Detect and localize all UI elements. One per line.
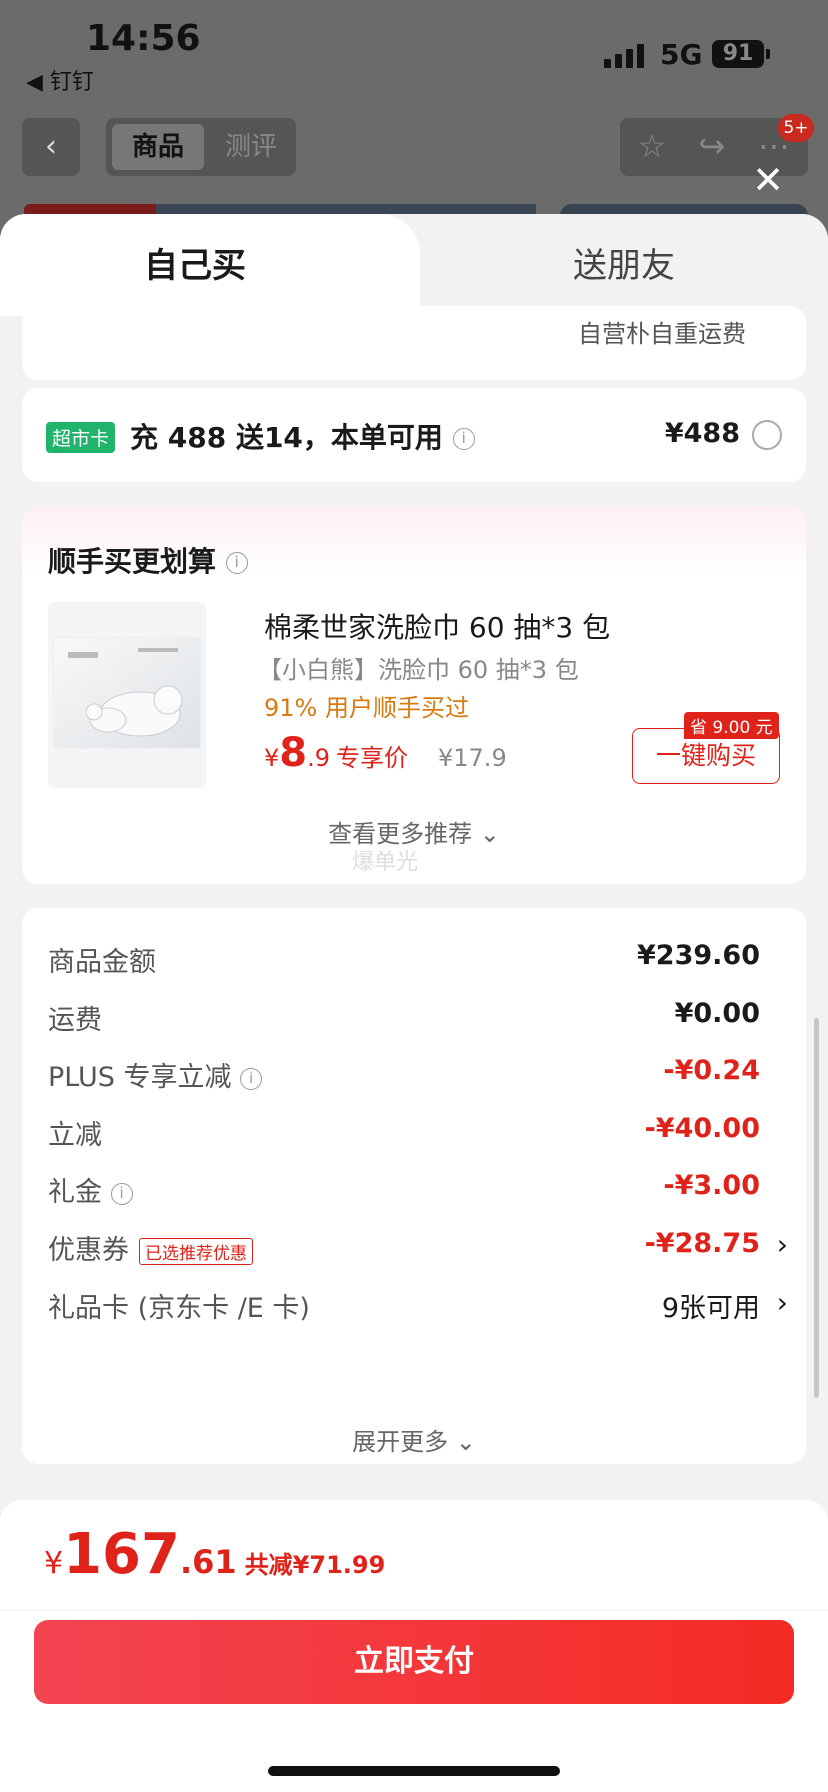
partial-card: 自营朴自重运费 bbox=[22, 306, 806, 380]
summary-row: 运费 ¥0.00 bbox=[48, 998, 788, 1038]
summary-label: 礼金 i bbox=[48, 1170, 133, 1209]
summary-value: -¥3.00 bbox=[663, 1170, 760, 1201]
recommendation-card: 顺手买更划算 i 棉柔世家洗脸巾 60 抽*3 包 【小白熊】洗脸巾 60 抽*… bbox=[22, 506, 806, 884]
summary-label: 商品金额 bbox=[48, 947, 156, 978]
coupon-row[interactable]: 优惠券 已选推荐优惠 -¥28.75 › bbox=[48, 1228, 788, 1268]
summary-row: 立减 -¥40.00 bbox=[48, 1113, 788, 1153]
signal-icon bbox=[604, 42, 646, 68]
save-tag: 省 9.00 元 bbox=[684, 712, 779, 739]
price-int: 8 bbox=[279, 730, 308, 776]
summary-label: PLUS 专享立减 i bbox=[48, 1055, 263, 1094]
summary-row: 礼金 i -¥3.00 bbox=[48, 1170, 788, 1210]
supermarket-price: ¥488 bbox=[664, 418, 740, 449]
total-yen: ¥ bbox=[44, 1546, 64, 1581]
summary-value: ¥239.60 bbox=[637, 940, 760, 971]
info-icon[interactable]: i bbox=[452, 428, 475, 450]
scrollbar[interactable] bbox=[814, 1018, 819, 1398]
summary-label-text: 礼金 bbox=[48, 1177, 102, 1208]
supermarket-offer-label: 充 488 送14，本单可用 bbox=[130, 421, 443, 454]
message-badge: 5+ bbox=[778, 114, 814, 142]
summary-value: 9张可用 bbox=[661, 1293, 760, 1324]
price-yen: ¥ bbox=[264, 744, 280, 772]
pay-now-button[interactable]: 立即支付 bbox=[34, 1620, 794, 1704]
original-price: ¥17.9 bbox=[438, 744, 507, 772]
product-stat: 91% 用户顺手买过 bbox=[264, 694, 469, 722]
watermark: 爆单光 bbox=[352, 850, 419, 875]
battery-icon: 91 bbox=[712, 40, 770, 68]
summary-value: -¥40.00 bbox=[644, 1113, 760, 1144]
share-icon[interactable]: ↪ bbox=[692, 126, 732, 166]
total-savings: 共减¥71.99 bbox=[244, 1551, 386, 1579]
total-price: ¥167.61 共减¥71.99 bbox=[44, 1522, 385, 1587]
back-to-app-link[interactable]: ◀ 钉钉 bbox=[26, 64, 94, 96]
segment-review[interactable]: 测评 bbox=[216, 124, 286, 170]
summary-label-text: 优惠券 bbox=[48, 1235, 129, 1266]
product-price: ¥8.9 专享价 bbox=[264, 730, 408, 776]
gift-card-row[interactable]: 礼品卡 (京东卡 /E 卡) 9张可用 › bbox=[48, 1286, 788, 1326]
segment-goods[interactable]: 商品 bbox=[112, 124, 204, 170]
supermarket-tag: 超市卡 bbox=[46, 422, 116, 453]
segment-control: 商品 测评 bbox=[106, 118, 296, 176]
supermarket-card-offer[interactable]: 超市卡 充 488 送14，本单可用 i ¥488 bbox=[22, 388, 806, 482]
coupon-tag: 已选推荐优惠 bbox=[139, 1238, 253, 1265]
close-icon[interactable]: ✕ bbox=[748, 160, 788, 200]
summary-label: 立减 bbox=[48, 1120, 102, 1151]
total-dec: .61 bbox=[180, 1543, 237, 1581]
recommendation-title: 顺手买更划算 i bbox=[48, 540, 248, 580]
divider bbox=[0, 1610, 828, 1611]
summary-row: 商品金额 ¥239.60 bbox=[48, 940, 788, 980]
supermarket-offer-text: 充 488 送14，本单可用 i bbox=[130, 416, 475, 456]
price-label: 专享价 bbox=[336, 744, 409, 772]
summary-value: ¥0.00 bbox=[674, 998, 760, 1029]
supermarket-radio[interactable] bbox=[752, 420, 782, 450]
summary-label: 运费 bbox=[48, 1005, 102, 1036]
summary-label: 礼品卡 (京东卡 /E 卡) bbox=[48, 1293, 310, 1324]
tab-gift-friend[interactable]: 送朋友 bbox=[420, 214, 828, 316]
checkout-footer: ¥167.61 共减¥71.99 立即支付 bbox=[0, 1500, 828, 1792]
home-indicator bbox=[268, 1766, 560, 1776]
summary-row: PLUS 专享立减 i -¥0.24 bbox=[48, 1055, 788, 1095]
back-button[interactable]: ‹ bbox=[22, 118, 80, 176]
price-dec: .9 bbox=[307, 744, 331, 772]
summary-label-text: PLUS 专享立减 bbox=[48, 1062, 232, 1093]
star-icon[interactable]: ☆ bbox=[632, 126, 672, 166]
network-type: 5G bbox=[660, 38, 703, 71]
info-icon[interactable]: i bbox=[110, 1182, 133, 1205]
summary-value: -¥28.75 bbox=[644, 1228, 760, 1259]
product-subtitle: 【小白熊】洗脸巾 60 抽*3 包 bbox=[258, 656, 579, 684]
chevron-right-icon: › bbox=[776, 1228, 788, 1261]
tab-buy-self[interactable]: 自己买 bbox=[0, 214, 420, 316]
summary-label: 优惠券 已选推荐优惠 bbox=[48, 1228, 253, 1267]
product-name[interactable]: 棉柔世家洗脸巾 60 抽*3 包 bbox=[264, 606, 610, 646]
purchase-tabs: 送朋友 自己买 bbox=[0, 214, 828, 316]
status-bar: 14:56 ◀ 钉钉 5G 91 bbox=[0, 0, 828, 100]
price-summary-card: 商品金额 ¥239.60 运费 ¥0.00 PLUS 专享立减 i -¥0.24… bbox=[22, 908, 806, 1464]
total-int: 167 bbox=[63, 1522, 180, 1587]
summary-value: -¥0.24 bbox=[663, 1055, 760, 1086]
status-time: 14:56 bbox=[86, 18, 201, 59]
chevron-right-icon: › bbox=[776, 1286, 788, 1319]
info-icon[interactable]: i bbox=[240, 1067, 263, 1090]
recommendation-title-label: 顺手买更划算 bbox=[48, 545, 217, 578]
info-icon[interactable]: i bbox=[225, 552, 248, 574]
expand-more-link[interactable]: 展开更多 ⌄ bbox=[22, 1422, 806, 1457]
product-image[interactable] bbox=[48, 602, 206, 788]
partial-text: 自营朴自重运费 bbox=[578, 320, 746, 348]
